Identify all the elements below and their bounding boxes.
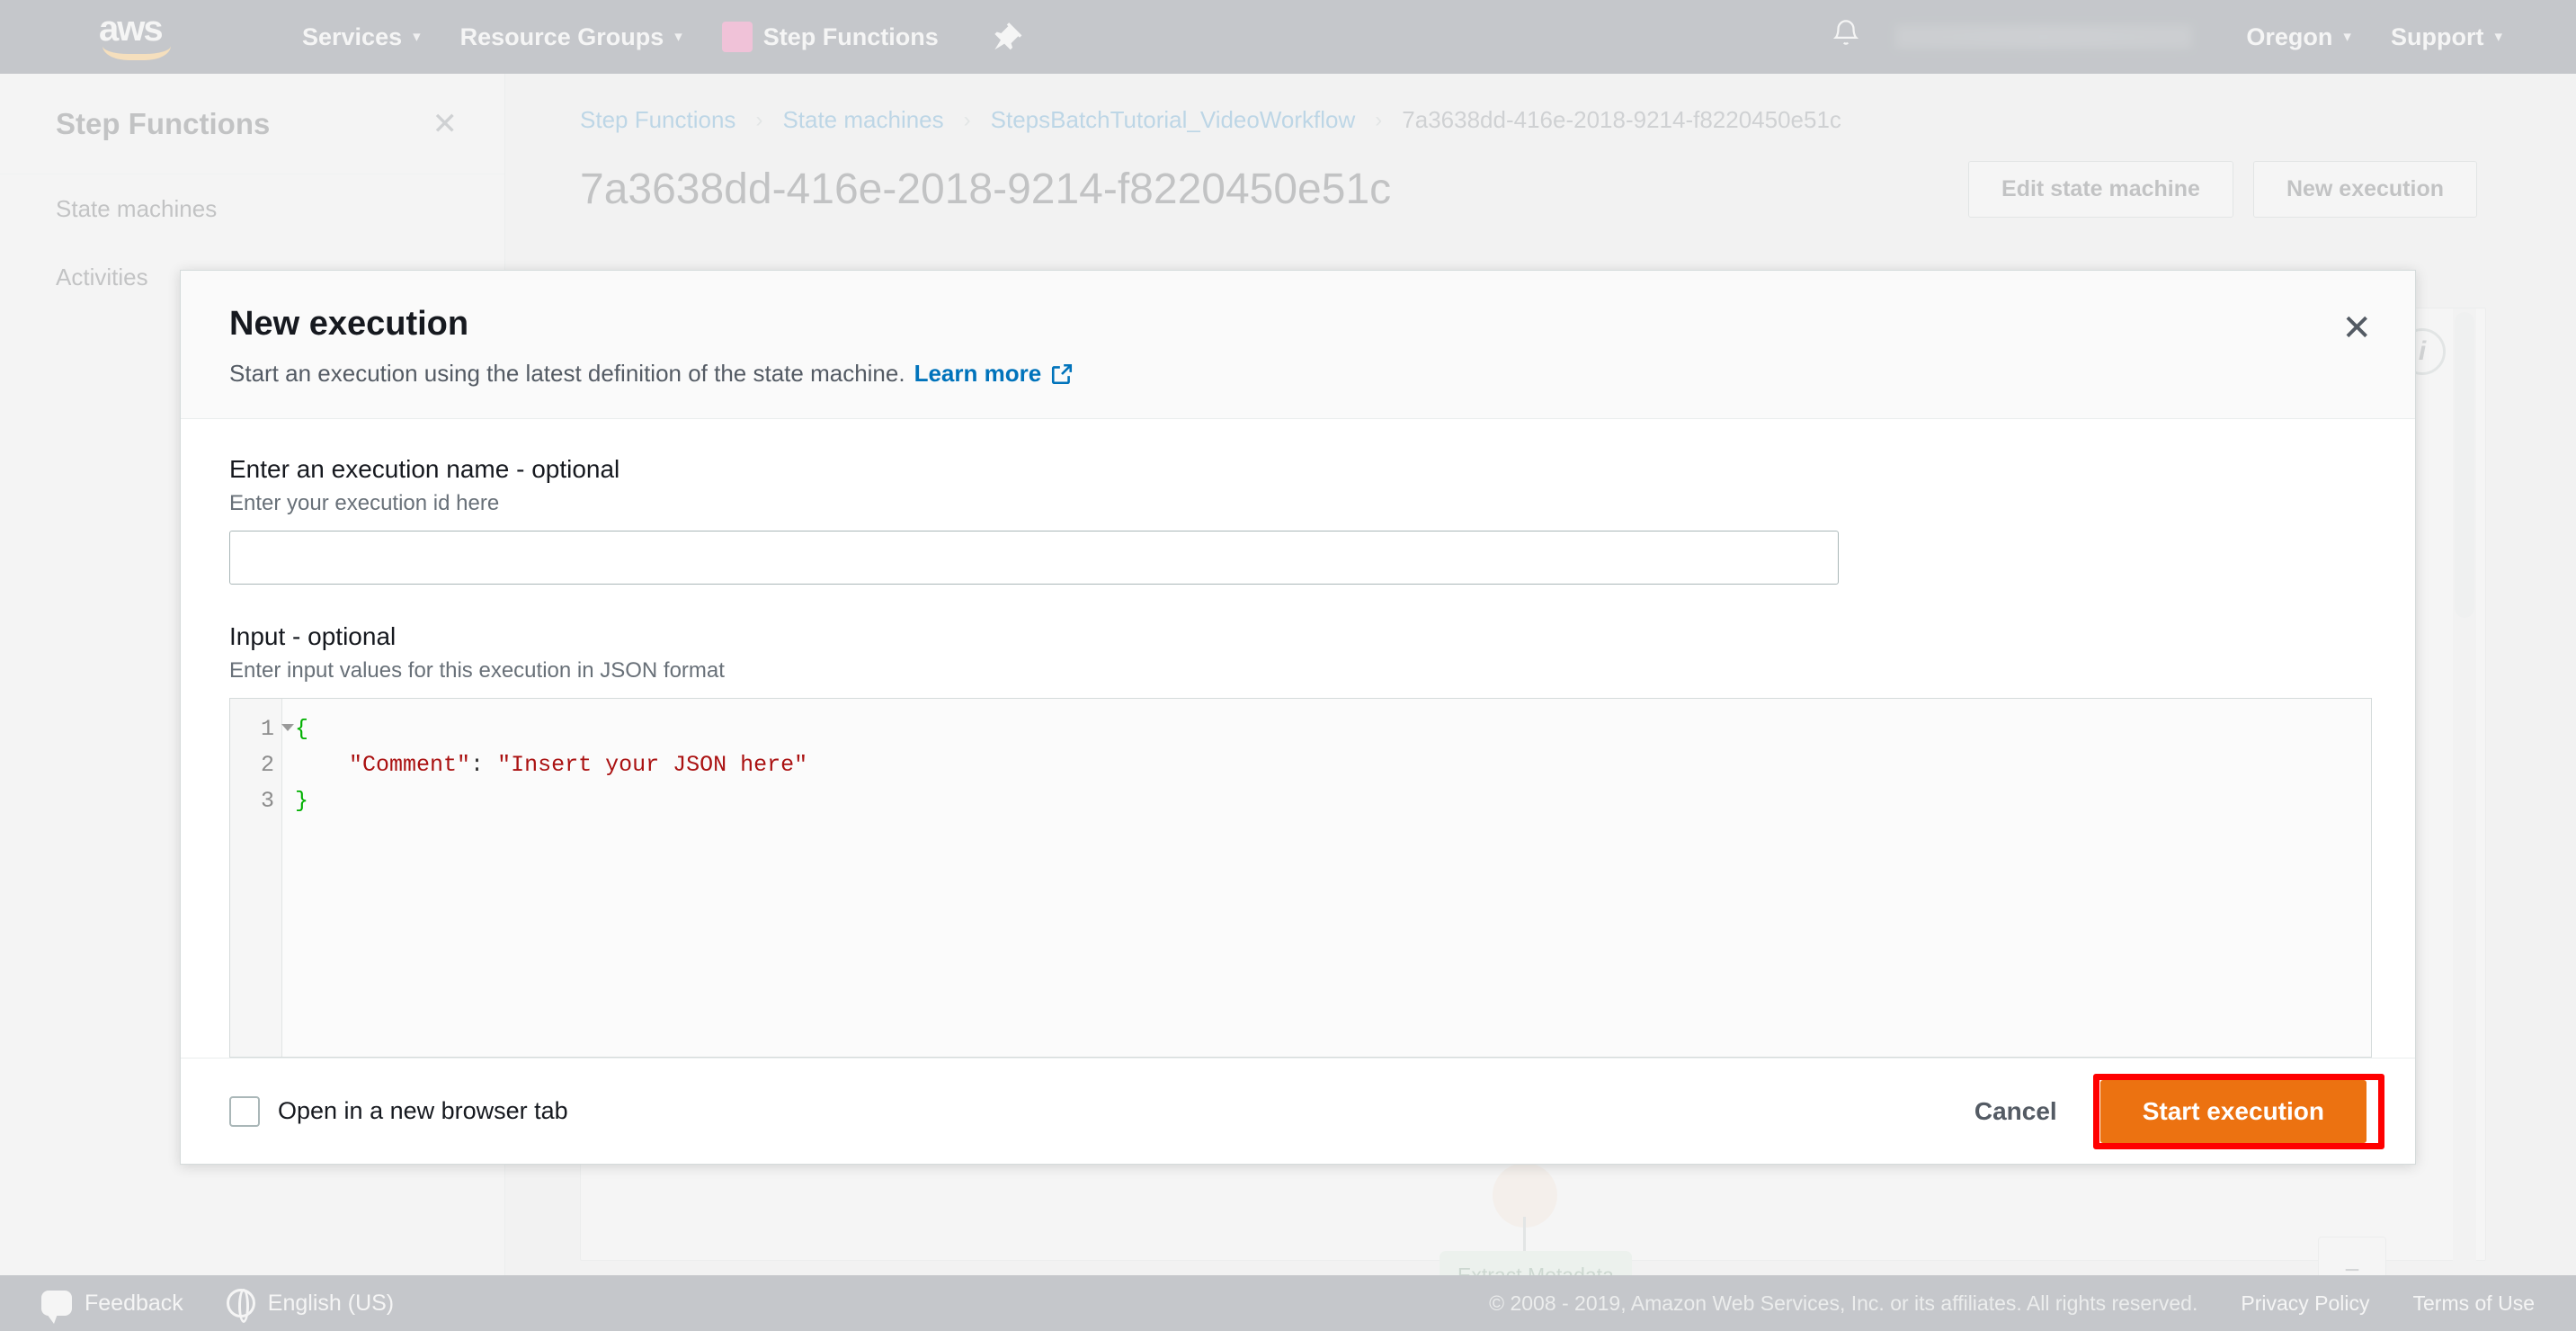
code-json-key: "Comment" bbox=[349, 752, 471, 778]
nav-region-label: Oregon bbox=[2246, 22, 2333, 50]
code-line-2: "Comment": "Insert your JSON here" bbox=[295, 747, 2371, 783]
modal-subtitle: Start an execution using the latest defi… bbox=[229, 360, 2367, 388]
execution-name-hint: Enter your execution id here bbox=[229, 491, 500, 515]
breadcrumb-separator-icon: › bbox=[1375, 107, 1383, 132]
nav-support[interactable]: Support ▾ bbox=[2371, 0, 2522, 74]
account-name-redacted[interactable] bbox=[1895, 25, 2193, 49]
modal-header: New execution Start an execution using t… bbox=[181, 271, 2415, 419]
aws-logo-text: aws bbox=[99, 9, 164, 49]
editor-line-number: 3 bbox=[230, 783, 281, 819]
execution-name-input[interactable] bbox=[229, 531, 1839, 585]
chevron-down-icon: ▾ bbox=[674, 28, 682, 45]
start-execution-button[interactable]: Start execution bbox=[2099, 1079, 2367, 1143]
external-link-icon[interactable] bbox=[1050, 362, 1074, 386]
language-selector[interactable]: English (US) bbox=[226, 1289, 395, 1323]
pin-icon[interactable] bbox=[989, 20, 1023, 54]
open-new-tab-checkbox[interactable]: Open in a new browser tab bbox=[229, 1095, 568, 1127]
top-navigation-bar: aws Services ▾ Resource Groups ▾ Step Fu… bbox=[0, 0, 2576, 74]
execution-input-hint: Enter input values for this execution in… bbox=[229, 658, 725, 683]
bell-icon[interactable] bbox=[1831, 17, 1861, 57]
editor-code-area[interactable]: { "Comment": "Insert your JSON here"} bbox=[282, 699, 2371, 1057]
modal-subtitle-text: Start an execution using the latest defi… bbox=[229, 360, 905, 387]
terms-of-use-link[interactable]: Terms of Use bbox=[2413, 1291, 2535, 1316]
nav-region-selector[interactable]: Oregon ▾ bbox=[2226, 0, 2371, 74]
graph-edge bbox=[1523, 1217, 1526, 1251]
editor-gutter: 1 2 3 bbox=[230, 699, 294, 1057]
sidebar-title: Step Functions bbox=[56, 106, 271, 140]
sidebar-item-label: Activities bbox=[56, 264, 148, 290]
page-footer: Feedback English (US) © 2008 - 2019, Ama… bbox=[0, 1275, 2576, 1331]
execution-name-label: Enter an execution name - optional bbox=[229, 455, 620, 483]
breadcrumb-item-state-machine-name[interactable]: StepsBatchTutorial_VideoWorkflow bbox=[991, 106, 1356, 134]
chevron-down-icon: ▾ bbox=[413, 28, 421, 45]
footer-left-group: Feedback English (US) bbox=[41, 1289, 395, 1324]
sidebar-item-label: State machines bbox=[56, 195, 218, 222]
nav-resource-groups-label: Resource Groups bbox=[459, 22, 664, 50]
execution-name-field-group: Enter an execution name - optional Enter… bbox=[229, 455, 2367, 585]
step-functions-icon bbox=[721, 22, 753, 52]
nav-step-functions-label: Step Functions bbox=[762, 22, 939, 50]
edit-state-machine-button[interactable]: Edit state machine bbox=[1968, 161, 2233, 218]
new-execution-button[interactable]: New execution bbox=[2252, 161, 2477, 218]
line-number-text: 3 bbox=[260, 788, 274, 814]
line-number-text: 1 bbox=[260, 716, 274, 742]
modal-close-icon[interactable]: ✕ bbox=[2341, 310, 2372, 346]
nav-step-functions[interactable]: Step Functions bbox=[702, 0, 958, 74]
json-code-editor[interactable]: 1 2 3 { "Comment": "Insert your JSON her… bbox=[229, 698, 2372, 1058]
nav-support-label: Support bbox=[2390, 22, 2484, 50]
modal-footer: Open in a new browser tab Cancel Start e… bbox=[181, 1058, 2415, 1164]
chevron-down-icon: ▾ bbox=[2343, 28, 2351, 45]
chevron-down-icon: ▾ bbox=[2494, 28, 2502, 45]
execution-input-field-group: Input - optional Enter input values for … bbox=[229, 622, 2372, 1058]
globe-icon bbox=[226, 1289, 255, 1323]
modal-body: Enter an execution name - optional Enter… bbox=[181, 419, 2415, 1058]
vertical-scrollbar-thumb[interactable] bbox=[2455, 312, 2474, 618]
aws-console-page: aws Services ▾ Resource Groups ▾ Step Fu… bbox=[0, 0, 2576, 1331]
speech-bubble-icon bbox=[41, 1291, 72, 1324]
breadcrumb-item-execution-id: 7a3638dd-416e-2018-9214-f8220450e51c bbox=[1402, 106, 1841, 133]
modal-footer-actions: Cancel Start execution bbox=[1969, 1079, 2367, 1143]
breadcrumb-separator-icon: › bbox=[963, 107, 971, 132]
code-close-brace: } bbox=[295, 788, 309, 814]
page-header: 7a3638dd-416e-2018-9214-f8220450e51c Edi… bbox=[506, 134, 2576, 218]
code-fold-icon[interactable] bbox=[281, 724, 294, 731]
cancel-button[interactable]: Cancel bbox=[1969, 1096, 2063, 1127]
language-label: English (US) bbox=[267, 1290, 395, 1316]
breadcrumb: Step Functions › State machines › StepsB… bbox=[506, 74, 2576, 134]
feedback-label: Feedback bbox=[85, 1290, 183, 1316]
nav-resource-groups[interactable]: Resource Groups ▾ bbox=[441, 0, 702, 74]
editor-line-number: 2 bbox=[230, 747, 281, 783]
copyright-text: © 2008 - 2019, Amazon Web Services, Inc.… bbox=[1489, 1291, 2198, 1315]
sidebar-item-state-machines[interactable]: State machines bbox=[0, 174, 504, 243]
breadcrumb-item-step-functions[interactable]: Step Functions bbox=[580, 106, 735, 134]
breadcrumb-item-state-machines[interactable]: State machines bbox=[782, 106, 943, 134]
page-header-actions: Edit state machine New execution bbox=[1968, 161, 2477, 218]
new-execution-modal: New execution Start an execution using t… bbox=[180, 270, 2416, 1165]
code-json-value: "Insert your JSON here" bbox=[497, 752, 808, 778]
code-line-3: } bbox=[295, 783, 2371, 819]
nav-services-label: Services bbox=[302, 22, 403, 50]
open-new-tab-label: Open in a new browser tab bbox=[278, 1097, 568, 1124]
code-colon: : bbox=[470, 752, 498, 778]
code-open-brace: { bbox=[295, 716, 309, 742]
line-number-text: 2 bbox=[260, 752, 274, 778]
footer-right-group: © 2008 - 2019, Amazon Web Services, Inc.… bbox=[1489, 1291, 2535, 1316]
nav-services[interactable]: Services ▾ bbox=[282, 0, 441, 74]
learn-more-link[interactable]: Learn more bbox=[914, 360, 1042, 388]
execution-input-label: Input - optional bbox=[229, 622, 397, 650]
privacy-policy-link[interactable]: Privacy Policy bbox=[2241, 1291, 2369, 1316]
close-icon[interactable]: ✕ bbox=[432, 106, 459, 142]
code-line-1: { bbox=[295, 711, 2371, 747]
aws-logo[interactable]: aws bbox=[99, 9, 182, 60]
breadcrumb-separator-icon: › bbox=[755, 107, 763, 132]
editor-line-number: 1 bbox=[230, 711, 294, 747]
sidebar-header: Step Functions ✕ bbox=[0, 74, 504, 174]
checkbox-box-icon[interactable] bbox=[229, 1095, 260, 1127]
page-title: 7a3638dd-416e-2018-9214-f8220450e51c bbox=[580, 165, 1392, 213]
modal-title: New execution bbox=[229, 305, 469, 343]
feedback-button[interactable]: Feedback bbox=[41, 1290, 183, 1324]
